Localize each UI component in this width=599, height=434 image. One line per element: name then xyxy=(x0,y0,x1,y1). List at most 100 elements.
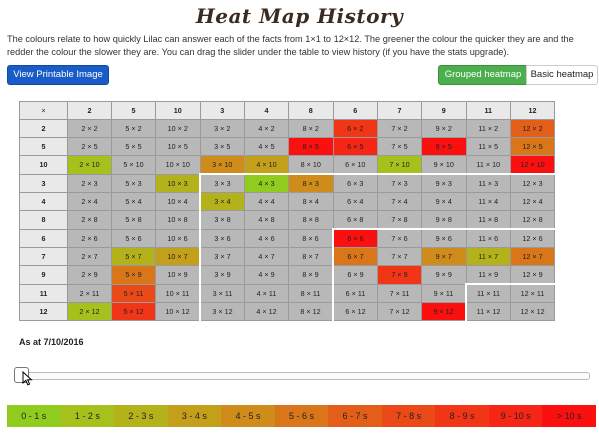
row-header: 2 xyxy=(19,119,68,138)
heatmap-cell: 2 × 9 xyxy=(67,265,112,285)
heatmap-cell: 6 × 10 xyxy=(332,155,378,175)
column-header: 5 xyxy=(111,101,156,120)
heatmap-cell: 9 × 7 xyxy=(421,247,467,266)
heatmap-cell: 12 × 6 xyxy=(510,228,555,248)
heatmap-cell: 5 × 8 xyxy=(111,210,156,230)
grouped-heatmap-toggle[interactable]: Grouped heatmap xyxy=(438,65,528,85)
column-header: 2 xyxy=(67,101,112,120)
row-header: 8 xyxy=(19,210,68,230)
heatmap-cell: 3 × 8 xyxy=(199,210,245,230)
heatmap-cell: 11 × 2 xyxy=(465,119,511,138)
heatmap-cell: 4 × 2 xyxy=(244,119,289,138)
heatmap-cell: 10 × 6 xyxy=(155,228,201,248)
heatmap-cell: 9 × 10 xyxy=(421,155,467,175)
heatmap-cell: 4 × 9 xyxy=(244,265,289,285)
legend-item: 7 - 8 s xyxy=(381,405,436,427)
heatmap-cell: 11 × 6 xyxy=(465,228,511,248)
heatmap-cell: 2 × 3 xyxy=(67,173,112,193)
heatmap-cell: 7 × 10 xyxy=(377,155,422,175)
heatmap-cell: 11 × 5 xyxy=(465,137,511,156)
legend-item: 4 - 5 s xyxy=(221,405,275,427)
heatmap-cell: 5 × 2 xyxy=(111,119,156,138)
heatmap-cell: 9 × 12 xyxy=(421,302,467,321)
basic-heatmap-toggle[interactable]: Basic heatmap xyxy=(526,65,598,85)
heatmap-cell: 7 × 2 xyxy=(377,119,422,138)
heatmap-cell: 9 × 5 xyxy=(421,137,467,156)
heatmap-cell: 3 × 12 xyxy=(199,302,245,321)
row-header: 6 xyxy=(19,228,68,248)
heatmap-cell: 4 × 4 xyxy=(244,192,289,211)
heatmap-cell: 6 × 2 xyxy=(332,119,378,138)
heatmap-cell: 11 × 12 xyxy=(465,302,511,321)
heatmap-cell: 2 × 6 xyxy=(67,228,112,248)
heatmap-cell: 4 × 5 xyxy=(244,137,289,156)
heatmap-cell: 4 × 7 xyxy=(244,247,289,266)
heatmap-cell: 8 × 3 xyxy=(288,173,334,193)
heatmap-cell: 8 × 10 xyxy=(288,155,334,175)
heatmap-cell: 10 × 9 xyxy=(155,265,201,285)
heatmap-cell: 3 × 3 xyxy=(199,173,245,193)
table-row: 52 × 55 × 5 10 × 53 × 54 × 58 × 56 × 57 ×… xyxy=(19,137,555,156)
heatmap-cell: 4 × 11 xyxy=(244,283,289,303)
legend-item: 0 - 1 s xyxy=(7,405,61,427)
heatmap-cell: 8 × 11 xyxy=(288,283,334,303)
heatmap-cell: 3 × 5 xyxy=(199,137,245,156)
table-row: 92 × 95 × 9 10 × 93 × 94 × 98 × 96 × 97 ×… xyxy=(19,265,555,285)
heatmap-cell: 12 × 12 xyxy=(510,302,555,321)
column-header: 7 xyxy=(377,101,422,120)
heatmap-cell: 10 × 7 xyxy=(155,247,201,266)
heatmap-cell: 2 × 10 xyxy=(67,155,112,175)
heatmap-cell: 11 × 11 xyxy=(465,283,511,303)
heatmap-cell: 4 × 8 xyxy=(244,210,289,230)
table-row: 11 2 × 11 5 × 11 10 × 11 3 × 11 4 × 11 8 × 11 6… xyxy=(19,283,555,303)
legend-item: 8 - 9 s xyxy=(435,405,489,427)
heatmap-cell: 7 × 11 xyxy=(377,283,422,303)
heatmap-cell: 2 × 12 xyxy=(67,302,112,321)
heatmap-cell: 4 × 12 xyxy=(244,302,289,321)
column-header: 12 xyxy=(510,101,555,120)
row-header: 4 xyxy=(19,192,68,211)
heatmap-cell: 11 × 7 xyxy=(465,247,511,266)
heatmap-cell: 4 × 10 xyxy=(244,155,289,175)
heatmap-cell: 5 × 3 xyxy=(111,173,156,193)
view-printable-image-button[interactable]: View Printable Image xyxy=(7,65,109,85)
history-slider-track[interactable] xyxy=(16,372,590,380)
time-legend: 0 - 1 s1 - 2 s2 - 3 s3 - 4 s4 - 5 s5 - 6… xyxy=(7,405,597,427)
heatmap-cell: 7 × 6 xyxy=(377,228,422,248)
heatmap-cell: 4 × 6 xyxy=(244,228,289,248)
heatmap-table: × 2 5 10 3 4 8 6 7 9 11 12 2 2 × 25 × 2 10 × 23 × 24 ×… xyxy=(19,101,555,321)
page-description: The colours relate to how quickly Lilac … xyxy=(7,34,574,57)
heatmap-cell: 7 × 12 xyxy=(377,302,422,321)
heatmap-cell: 10 × 11 xyxy=(155,283,201,303)
heatmap-cell: 10 × 12 xyxy=(155,302,201,321)
heatmap-cell: 10 × 5 xyxy=(155,137,201,156)
heatmap-cell: 9 × 3 xyxy=(421,173,467,193)
heatmap-cell: 3 × 11 xyxy=(199,283,245,303)
row-header: 3 xyxy=(19,173,68,193)
column-header: 3 xyxy=(199,101,245,120)
heatmap-cell: 12 × 7 xyxy=(510,247,555,266)
heatmap-cell: 8 × 8 xyxy=(288,210,334,230)
heatmap-cell: 10 × 3 xyxy=(155,173,201,193)
table-row: 12 2 × 12 5 × 12 10 × 12 3 × 12 4 × 12 8 × 12 6… xyxy=(19,302,555,321)
heatmap-cell: 8 × 7 xyxy=(288,247,334,266)
table-row: 42 × 45 × 4 10 × 43 × 44 × 48 × 46 × 47 ×… xyxy=(19,192,555,211)
heatmap-cell: 9 × 6 xyxy=(421,228,467,248)
heatmap-cell: 8 × 9 xyxy=(288,265,334,285)
heatmap-cell: 6 × 5 xyxy=(332,137,378,156)
heatmap-cell: 5 × 5 xyxy=(111,137,156,156)
legend-item: 5 - 6 s xyxy=(274,405,329,427)
heatmap-cell: 8 × 2 xyxy=(288,119,334,138)
heatmap-cell: 2 × 11 xyxy=(67,283,112,303)
legend-item: > 10 s xyxy=(542,405,597,427)
heatmap-cell: 5 × 9 xyxy=(111,265,156,285)
row-header: 5 xyxy=(19,137,68,156)
table-row: 32 × 35 × 3 10 × 33 × 34 × 38 × 36 × 37 ×… xyxy=(19,173,555,193)
heatmap-cell: 11 × 8 xyxy=(465,210,511,230)
table-row: 82 × 85 × 8 10 × 83 × 84 × 88 × 86 × 87 ×… xyxy=(19,210,555,230)
row-header: 7 xyxy=(19,247,68,266)
heatmap-cell: 2 × 8 xyxy=(67,210,112,230)
heatmap-cell: 9 × 2 xyxy=(421,119,467,138)
column-header: 9 xyxy=(421,101,467,120)
heatmap-cell: 8 × 5 xyxy=(288,137,334,156)
